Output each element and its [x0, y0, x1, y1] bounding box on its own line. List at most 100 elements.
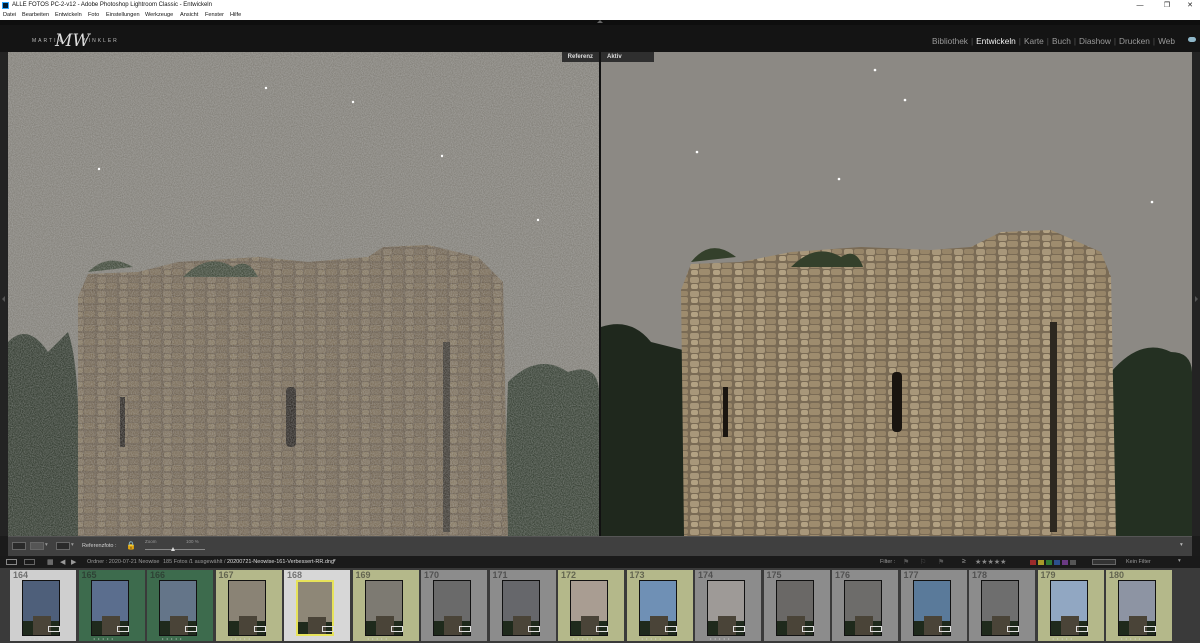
- module-diashow[interactable]: Diashow: [1076, 36, 1114, 46]
- thumbnail-number: 170: [424, 570, 440, 580]
- edit-badge-icon[interactable]: [664, 626, 677, 632]
- collapse-arrow-icon: [597, 20, 603, 23]
- left-panel-toggle[interactable]: [0, 52, 8, 536]
- thumbnail-number: 175: [766, 570, 782, 580]
- zoom-label: Zoom: [145, 539, 157, 544]
- filmstrip-thumbnail[interactable]: 177: [900, 570, 967, 641]
- cloud-sync-icon[interactable]: [1188, 37, 1196, 42]
- unflag-filter-icon[interactable]: ⚐: [920, 558, 926, 566]
- filmstrip-thumbnail[interactable]: 164 • • • • •: [10, 570, 76, 641]
- minimize-icon[interactable]: —: [1130, 0, 1150, 11]
- back-arrow-icon[interactable]: ◀: [60, 558, 65, 566]
- thumbnail-number: 171: [492, 570, 508, 580]
- menu-datei[interactable]: Datei: [3, 12, 16, 18]
- filename-dropdown-icon[interactable]: ▾: [333, 558, 336, 564]
- edit-badge-icon[interactable]: [322, 626, 334, 632]
- thumbnail-number: 164: [13, 570, 29, 580]
- filter-dropdown-icon[interactable]: ▾: [1178, 558, 1181, 564]
- reject-filter-icon[interactable]: ⚑: [938, 558, 944, 566]
- zoom-slider[interactable]: [145, 549, 205, 550]
- edit-badge-icon[interactable]: [733, 626, 745, 632]
- rating-operator[interactable]: ≥: [962, 558, 966, 565]
- menu-bearbeiten[interactable]: Bearbeiten: [22, 12, 49, 18]
- filmstrip-thumbnail[interactable]: 176: [832, 570, 898, 641]
- edit-badge-icon[interactable]: [48, 626, 60, 632]
- edit-badge-icon[interactable]: [1007, 626, 1019, 632]
- edit-badge-icon[interactable]: [1144, 626, 1156, 632]
- monitor-2-icon[interactable]: [24, 559, 35, 565]
- lock-icon[interactable]: 🔒: [126, 541, 136, 550]
- edit-badge-icon[interactable]: [390, 626, 403, 632]
- source-folder[interactable]: Ordner : 2020-07-21 Neowise: [87, 559, 159, 565]
- reference-photo[interactable]: Referenz: [8, 52, 599, 536]
- toolbar-menu-icon[interactable]: ▾: [1180, 542, 1183, 548]
- filmstrip-thumbnail[interactable]: 172 • • • • •: [558, 570, 624, 641]
- edit-badge-icon[interactable]: [459, 626, 471, 632]
- module-entwickeln[interactable]: Entwickeln: [973, 36, 1019, 46]
- filmstrip-thumbnail[interactable]: 165 • • • • •: [78, 570, 145, 641]
- thumbnail-rating: • • • • •: [299, 636, 320, 641]
- selected-count: 1 ausgewählt /: [190, 559, 226, 565]
- zoom-slider-thumb[interactable]: [171, 547, 175, 551]
- module-karte[interactable]: Karte: [1021, 36, 1047, 46]
- forward-arrow-icon[interactable]: ▶: [71, 558, 76, 566]
- edit-badge-icon[interactable]: [1075, 626, 1088, 632]
- menu-werkzeuge[interactable]: Werkzeuge: [145, 12, 173, 18]
- module-drucken[interactable]: Drucken: [1116, 36, 1153, 46]
- filmstrip-thumbnail[interactable]: 179 • • • • •: [1037, 570, 1104, 641]
- color-label-purple[interactable]: [1062, 560, 1068, 565]
- menu-einstellungen[interactable]: Einstellungen: [106, 12, 140, 18]
- edit-badge-icon[interactable]: [801, 626, 814, 632]
- thumbnail-rating: • • • • •: [93, 636, 114, 641]
- monitor-1-icon[interactable]: [6, 559, 17, 565]
- compare-view-dropdown-icon[interactable]: ▾: [45, 542, 48, 548]
- edit-filter-toggle[interactable]: [1092, 559, 1116, 565]
- filmstrip-thumbnail[interactable]: 180 • • • • •: [1106, 570, 1172, 641]
- menu-hilfe[interactable]: Hilfe: [230, 12, 241, 18]
- restore-icon[interactable]: ❐: [1157, 0, 1177, 11]
- module-web[interactable]: Web: [1155, 36, 1178, 46]
- color-label-other[interactable]: [1070, 560, 1076, 565]
- grid-icon[interactable]: ▦: [47, 558, 54, 566]
- filmstrip-thumbnail[interactable]: 170: [421, 570, 487, 641]
- filmstrip-thumbnail[interactable]: 173 • • • • •: [626, 570, 693, 641]
- edit-badge-icon[interactable]: [185, 626, 197, 632]
- filmstrip-thumbnail[interactable]: 171: [489, 570, 556, 641]
- edit-badge-icon[interactable]: [253, 626, 266, 632]
- star-rating-filter[interactable]: ★★★★★: [975, 558, 1006, 566]
- thumbnail-rating: • • • • •: [1121, 636, 1142, 641]
- module-bibliothek[interactable]: Bibliothek: [929, 36, 971, 46]
- edit-badge-icon[interactable]: [527, 626, 540, 632]
- menu-foto[interactable]: Foto: [88, 12, 99, 18]
- active-image: [601, 52, 1192, 536]
- menu-fenster[interactable]: Fenster: [205, 12, 224, 18]
- filmstrip-thumbnail[interactable]: 169 • • • • •: [352, 570, 419, 641]
- compare-view-button[interactable]: [30, 542, 44, 550]
- close-icon[interactable]: ✕: [1180, 0, 1200, 11]
- filmstrip-thumbnail[interactable]: 166 • • • • •: [147, 570, 213, 641]
- active-photo[interactable]: Aktiv: [601, 52, 1192, 536]
- swap-view-dropdown-icon[interactable]: ▾: [71, 542, 74, 548]
- menu-entwickeln[interactable]: Entwickeln: [55, 12, 82, 18]
- loupe-view-button[interactable]: [12, 542, 26, 550]
- edit-badge-icon[interactable]: [938, 626, 951, 632]
- edit-badge-icon[interactable]: [596, 626, 608, 632]
- menu-ansicht[interactable]: Ansicht: [180, 12, 198, 18]
- edit-badge-icon[interactable]: [116, 626, 129, 632]
- title-bar: ALLE FOTOS PC-2-v12 - Adobe Photoshop Li…: [0, 0, 1200, 11]
- color-label-green[interactable]: [1046, 560, 1052, 565]
- swap-view-button[interactable]: [56, 542, 70, 550]
- filmstrip-thumbnail[interactable]: 174 • • • • •: [695, 570, 761, 641]
- filter-preset[interactable]: Kein Filter: [1126, 559, 1151, 565]
- module-buch[interactable]: Buch: [1049, 36, 1074, 46]
- color-label-red[interactable]: [1030, 560, 1036, 565]
- color-label-blue[interactable]: [1054, 560, 1060, 565]
- color-label-yellow[interactable]: [1038, 560, 1044, 565]
- edit-badge-icon[interactable]: [870, 626, 882, 632]
- filmstrip-thumbnail[interactable]: 167 • • • • •: [215, 570, 282, 641]
- filmstrip-thumbnail[interactable]: 168 • • • • •: [284, 570, 350, 641]
- filmstrip-thumbnail[interactable]: 178: [969, 570, 1035, 641]
- right-panel-toggle[interactable]: [1192, 52, 1200, 536]
- flag-filter-icon[interactable]: ⚑: [903, 558, 909, 566]
- filmstrip-thumbnail[interactable]: 175: [763, 570, 830, 641]
